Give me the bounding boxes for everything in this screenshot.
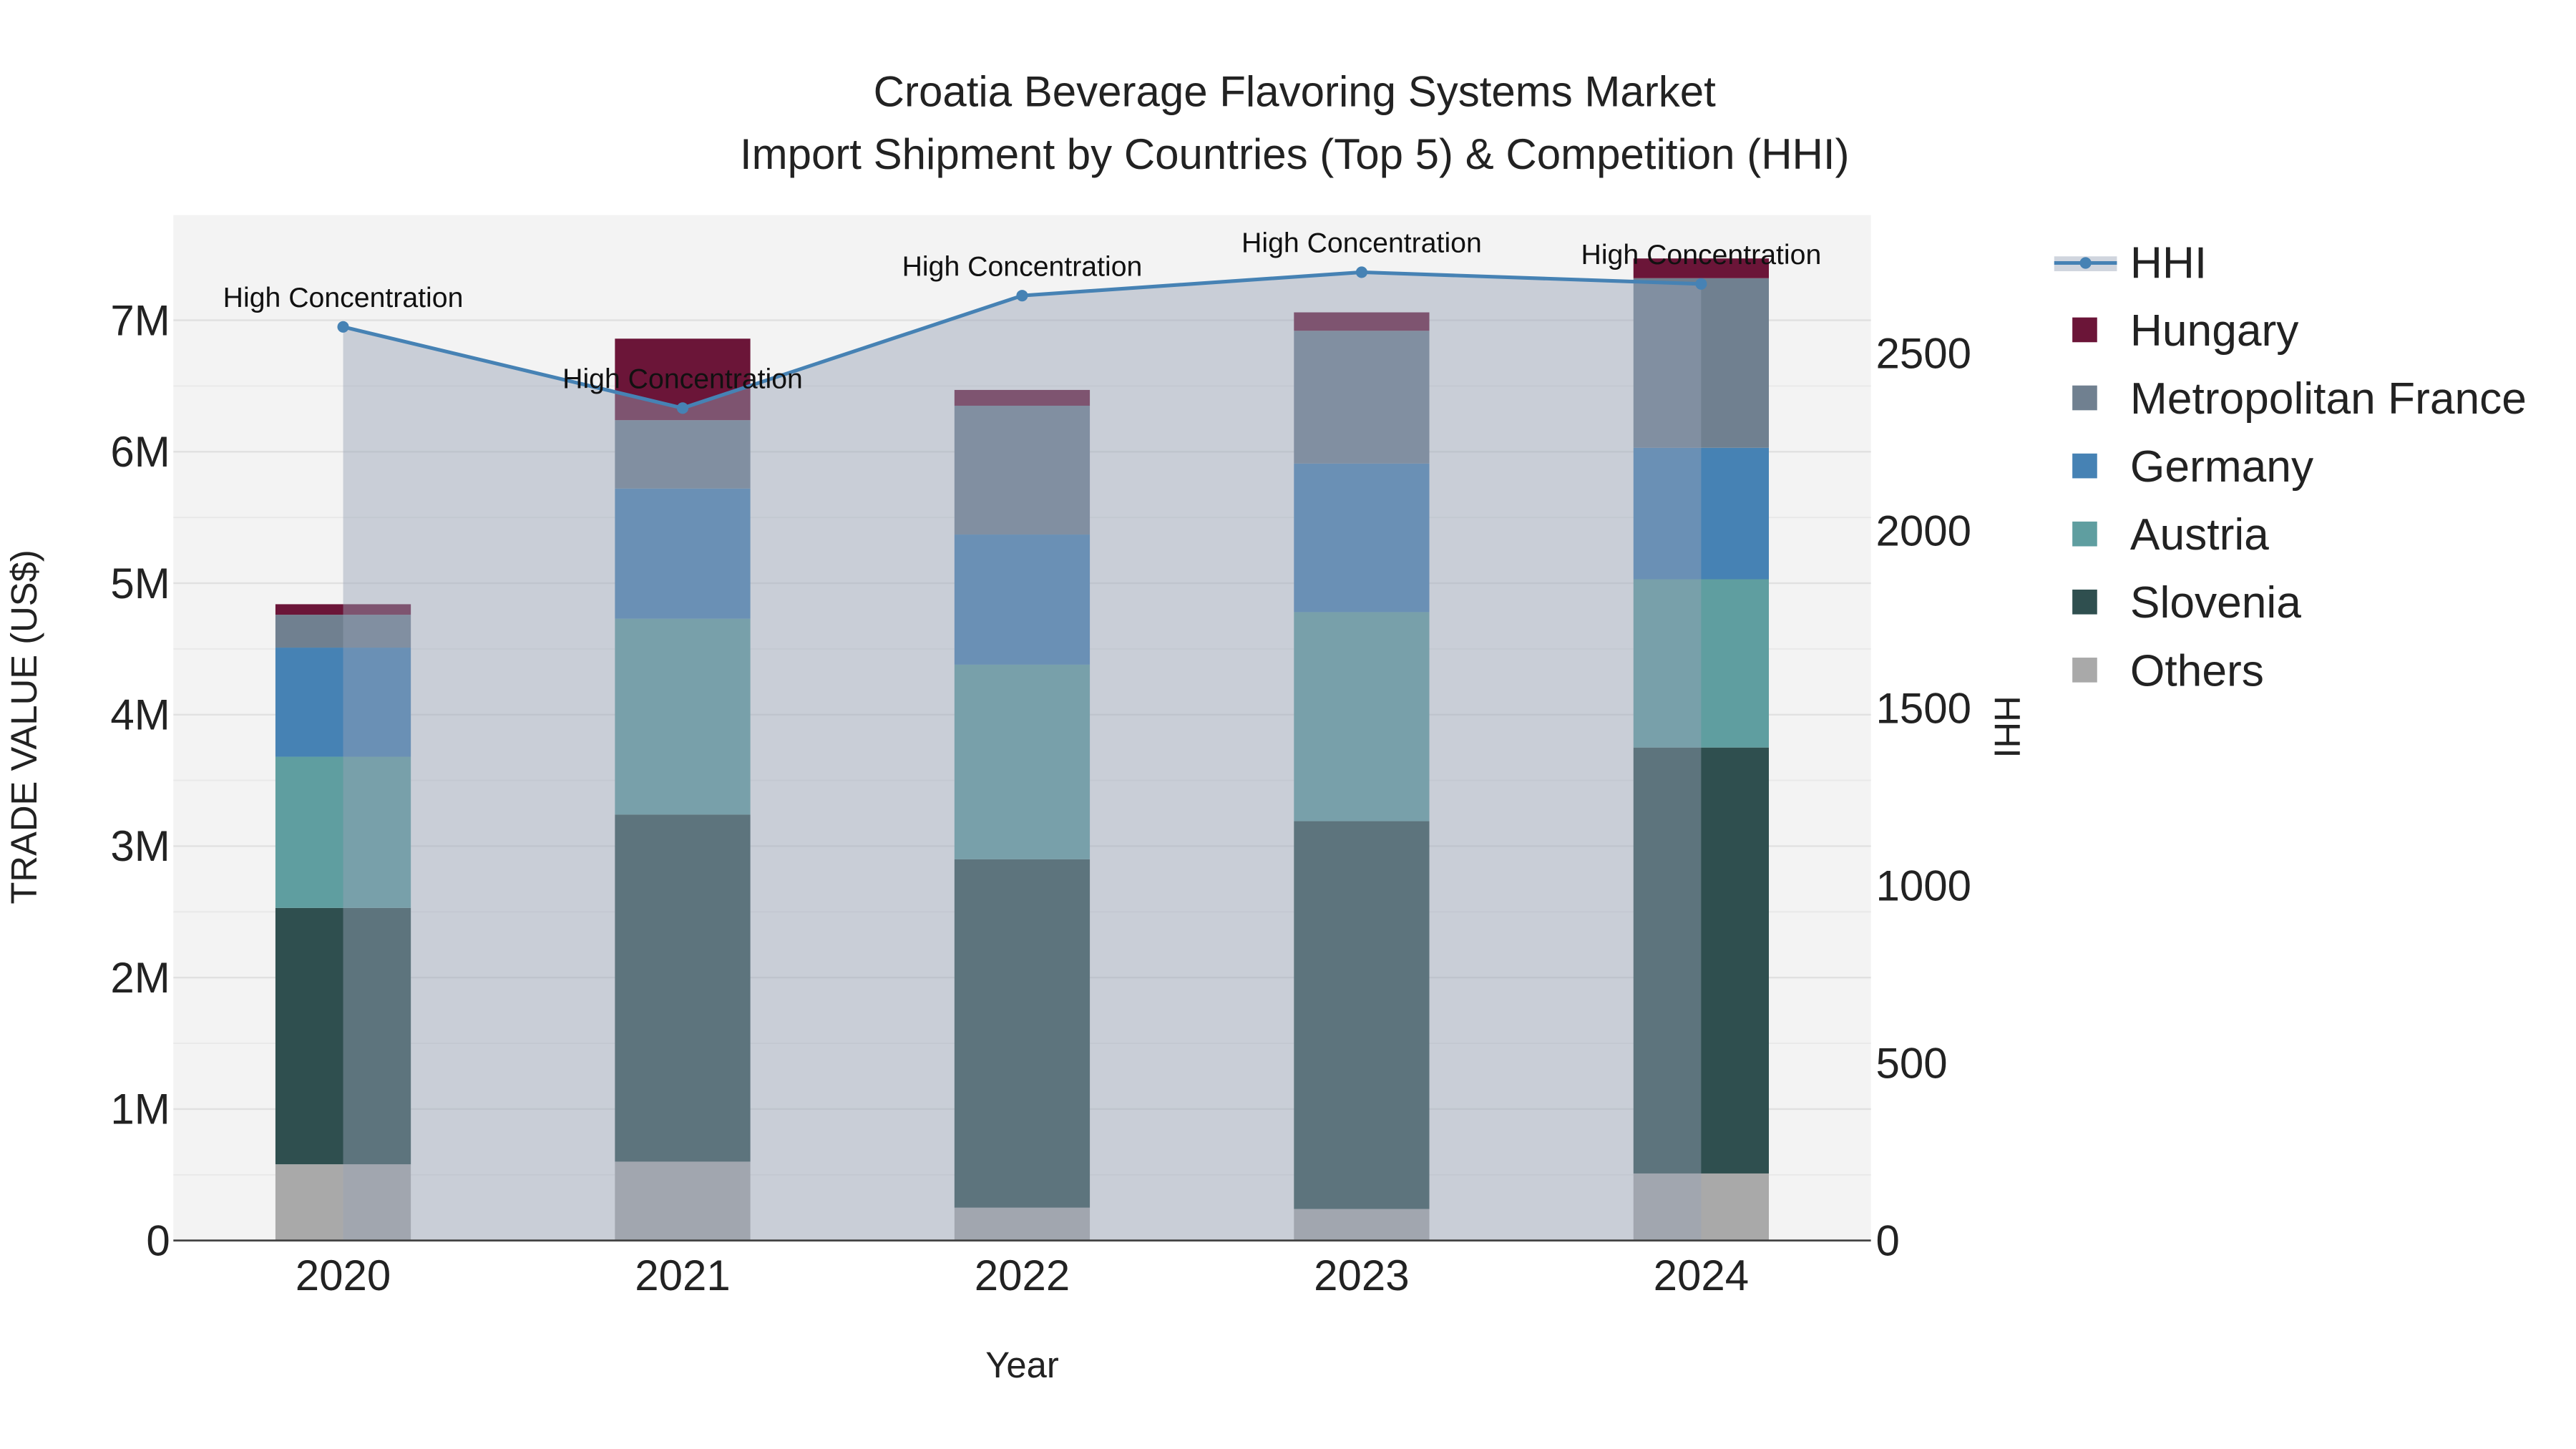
x-tick-label: 2021 (635, 1252, 730, 1299)
hhi-point-2024 (1695, 278, 1707, 290)
x-tick-label: 2020 (296, 1252, 391, 1299)
legend-label: Hungary (2130, 306, 2299, 356)
y-tick-label: 7M (110, 296, 170, 344)
hhi-point-2022 (1016, 290, 1028, 302)
y2-tick-label: 1500 (1876, 685, 1971, 733)
legend-label: Slovenia (2130, 578, 2301, 628)
legend-swatch-metropolitan-france (2072, 385, 2097, 411)
y2-tick-label: 500 (1876, 1039, 1948, 1087)
legend-swatch-slovenia (2072, 589, 2097, 615)
hhi-point-2020 (337, 321, 349, 333)
hhi-annotation: High Concentration (902, 250, 1143, 282)
y2-axis-title: HHI (1987, 696, 2028, 758)
y-tick-label: 0 (146, 1216, 170, 1264)
legend-swatch-hungary (2072, 317, 2097, 343)
y-tick-label: 1M (110, 1085, 170, 1133)
legend-label: Germany (2130, 442, 2314, 492)
legend-swatch-germany (2072, 453, 2097, 479)
x-tick-label: 2022 (975, 1252, 1070, 1299)
y2-tick-label: 2000 (1876, 507, 1971, 555)
x-tick-label: 2023 (1314, 1252, 1409, 1299)
y-tick-label: 2M (110, 954, 170, 1002)
y2-tick-label: 1000 (1876, 862, 1971, 910)
legend-swatch-hhi-marker (2079, 257, 2092, 269)
x-axis-title: Year (985, 1345, 1059, 1385)
y-tick-label: 3M (110, 822, 170, 870)
hhi-area (343, 272, 1702, 1241)
y-axis-title: TRADE VALUE (US$) (4, 550, 44, 904)
y-tick-label: 5M (110, 560, 170, 608)
hhi-annotation: High Concentration (1581, 239, 1822, 270)
y-tick-label: 4M (110, 691, 170, 739)
legend-label: Austria (2130, 510, 2269, 560)
y2-tick-label: 2500 (1876, 330, 1971, 378)
legend-label: Others (2130, 646, 2264, 696)
legend-swatch-others (2072, 658, 2097, 683)
chart-subtitle: Import Shipment by Countries (Top 5) & C… (740, 130, 1850, 178)
x-tick-label: 2024 (1654, 1252, 1749, 1299)
y-tick-label: 6M (110, 428, 170, 476)
legend: HHI Hungary Metropolitan France Germany Aust… (2054, 238, 2527, 696)
hhi-point-2021 (676, 402, 689, 414)
y2-tick-label: 0 (1876, 1216, 1900, 1264)
hhi-annotation: High Concentration (562, 364, 803, 395)
hhi-annotation: High Concentration (1241, 228, 1482, 259)
legend-label: Metropolitan France (2130, 374, 2527, 424)
hhi-annotation: High Concentration (223, 282, 464, 313)
hhi-point-2023 (1355, 266, 1367, 278)
legend-label: HHI (2130, 238, 2207, 288)
legend-swatch-austria (2072, 521, 2097, 547)
hhi-layer: High Concentration High Concentration High… (223, 228, 1822, 1241)
chart: Croatia Beverage Flavoring Systems Marke… (4, 67, 2527, 1385)
chart-title: Croatia Beverage Flavoring Systems Marke… (874, 67, 1716, 115)
